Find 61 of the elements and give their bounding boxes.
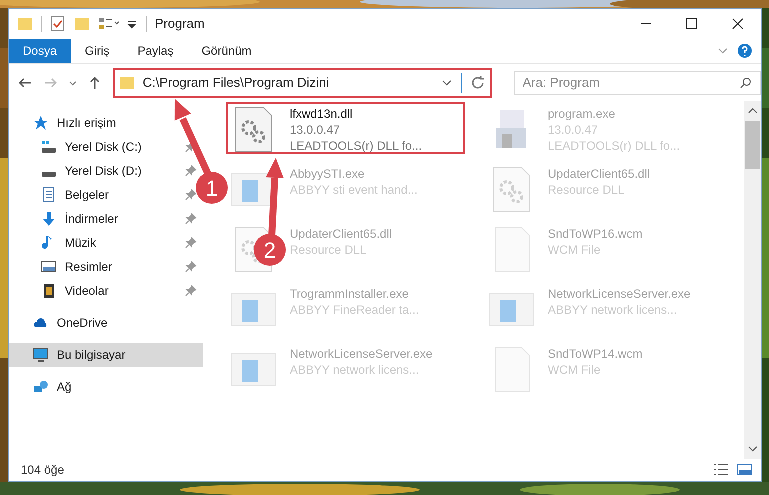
network-icon [33,379,49,395]
file-name: TrogrammInstaller.exe [290,286,410,302]
film-icon [41,283,57,299]
ribbon-tab[interactable]: Paylaş [124,39,188,63]
document-icon [41,187,57,203]
sidebar-item[interactable]: Hızlı erişim [27,111,122,135]
sidebar-item[interactable]: Ağ [27,375,78,399]
file-name: NetworkLicenseServer.exe [290,346,433,362]
file-label[interactable]: lfxwd13n.dll 13.0.0.47 LEADTOOLS(r) DLL fo... [290,106,422,154]
sidebar-item[interactable]: OneDrive [27,311,114,335]
drive-icon [41,139,57,155]
maximize-icon [686,18,698,30]
ribbon-tab[interactable]: Görünüm [188,39,266,63]
ribbon-tab[interactable]: Giriş [71,39,124,63]
star-icon [33,115,49,131]
file-name: UpdaterClient65.dll [290,226,392,242]
monitor-icon [33,347,49,363]
search-icon [740,76,752,88]
folder-icon [118,74,135,90]
scroll-thumb[interactable] [745,121,760,169]
item-count: 104 öğe [21,462,64,479]
sidebar-item[interactable]: Belgeler [35,183,116,207]
download-icon [41,211,57,227]
view-icon[interactable] [98,16,122,32]
pin-icon[interactable] [185,213,197,225]
drive-icon [41,172,57,178]
window-title: Program [155,15,205,34]
close-icon [732,18,744,30]
file-detail: LEADTOOLS(r) DLL fo... [290,138,422,154]
sidebar-item[interactable]: Müzik [35,231,102,255]
address-field[interactable]: C:\Program Files\Program Dizini [112,68,492,98]
thumbnail-view-icon[interactable] [737,464,753,476]
help-icon[interactable] [737,43,753,59]
pin-icon[interactable] [185,237,197,249]
refresh-icon[interactable] [470,74,486,90]
sidebar-item[interactable]: Yerel Disk (C:) [35,135,148,159]
address-path: C:\Program Files\Program Dizini [142,74,330,92]
sidebar-item[interactable]: Yerel Disk (D:) [35,159,148,183]
scrollbar[interactable] [744,101,761,459]
file-name: UpdaterClient65.dll [548,166,650,182]
details-view-icon[interactable] [713,464,729,476]
ribbon-tab[interactable]: Dosya [9,39,72,63]
file-name: lfxwd13n.dll [290,106,354,122]
sidebar-item[interactable]: Videolar [35,279,115,303]
file-name: NetworkLicenseServer.exe [548,286,691,302]
properties-icon[interactable] [50,16,66,32]
file-name: SndToWP16.wcm [548,226,643,242]
pin-icon[interactable] [185,261,197,273]
sidebar-item[interactable]: İndirmeler [35,207,124,231]
sidebar-item[interactable]: Bu bilgisayar [9,343,203,367]
search-box[interactable]: Ara: Program [514,70,761,94]
pin-icon[interactable] [185,285,197,297]
pictures-icon [41,259,57,275]
file-name: program.exe [548,106,616,122]
pin-icon[interactable] [185,165,197,177]
pin-icon[interactable] [185,189,197,201]
file-detail: 13.0.0.47 [290,122,342,138]
file-name: SndToWP14.wcm [548,346,643,362]
file-name: AbbyySTI.exe [290,166,366,182]
search-field[interactable]: Ara: Program [522,72,740,92]
sidebar-item[interactable]: Resimler [35,255,118,279]
